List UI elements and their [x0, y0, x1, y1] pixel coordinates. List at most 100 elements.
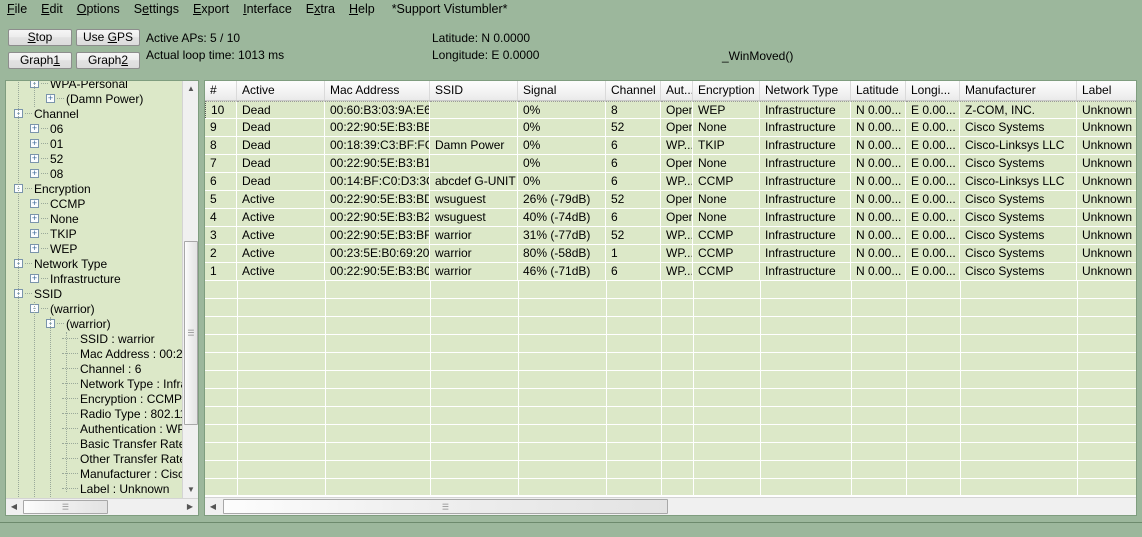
tree-vertical-scroll-thumb[interactable]: ☰ — [184, 241, 198, 425]
stop-button[interactable]: Stop — [8, 29, 72, 46]
tree-leaf[interactable]: Authentication : WPA2 — [6, 422, 184, 437]
tree-node[interactable]: -WPA-Personal — [6, 81, 184, 92]
tree-scroll-right-arrow[interactable]: ▶ — [182, 499, 198, 515]
tree-node[interactable]: +06 — [6, 122, 184, 137]
tree-connector-line — [41, 308, 48, 309]
expand-icon[interactable]: + — [30, 229, 39, 238]
expand-icon[interactable]: + — [30, 124, 39, 133]
tree-scroll-down-arrow[interactable]: ▼ — [183, 482, 199, 498]
tree-node[interactable]: +TKIP — [6, 227, 184, 242]
tree-horizontal-scroll-thumb[interactable]: ☰ — [23, 500, 108, 514]
tree-scroll-up-arrow[interactable]: ▲ — [183, 81, 199, 97]
table-column-header[interactable]: Mac Address — [325, 81, 430, 100]
menu-item-extra[interactable]: Extra — [299, 0, 342, 19]
table-row[interactable]: 9Dead00:22:90:5E:B3:BE0%52OpenNoneInfras… — [205, 119, 1136, 137]
table-empty-cell — [960, 479, 1078, 495]
tree-leaf[interactable]: Network Type : Infrast — [6, 377, 184, 392]
tree-node[interactable]: +None — [6, 212, 184, 227]
table-empty-cell — [205, 407, 238, 424]
table-row[interactable]: 3Active00:22:90:5E:B3:BFwarrior31% (-77d… — [205, 227, 1136, 245]
tree-leaf[interactable]: Label : Unknown — [6, 482, 184, 497]
menu-item-file[interactable]: File — [0, 0, 34, 19]
table-column-header[interactable]: Manufacturer — [960, 81, 1077, 100]
tree-leaf[interactable]: Manufacturer : Cisco S — [6, 467, 184, 482]
table-cell: CCMP — [693, 227, 760, 244]
menu-item-options[interactable]: Options — [70, 0, 127, 19]
tree-node[interactable]: -(warrior) — [6, 302, 184, 317]
table-empty-cell — [693, 443, 761, 460]
tree-node[interactable]: -Channel — [6, 107, 184, 122]
table-column-header[interactable]: Signal — [518, 81, 606, 100]
table-empty-cell — [325, 299, 431, 316]
tree-leaf[interactable]: Mac Address : 00:22:9 — [6, 347, 184, 362]
tree-leaf[interactable]: Encryption : CCMP — [6, 392, 184, 407]
table-column-header[interactable]: SSID — [430, 81, 518, 100]
tree-node[interactable]: +01 — [6, 137, 184, 152]
tree-vertical-scrollbar[interactable]: ▲ ☰ ▼ — [182, 81, 198, 498]
tree-node[interactable]: +Infrastructure — [6, 272, 184, 287]
table-row[interactable]: 10Dead00:60:B3:03:9A:E60%8OpenWEPInfrast… — [205, 101, 1136, 119]
tree-leaf[interactable]: SSID : warrior — [6, 332, 184, 347]
table-empty-cell — [430, 479, 519, 495]
menu-item-interface[interactable]: Interface — [236, 0, 299, 19]
expand-icon[interactable]: + — [30, 244, 39, 253]
menu-item-help[interactable]: Help — [342, 0, 382, 19]
table-row[interactable]: 8Dead00:18:39:C3:BF:FCDamn Power0%6WP...… — [205, 137, 1136, 155]
expand-icon[interactable]: + — [46, 94, 55, 103]
table-empty-cell — [693, 371, 761, 388]
table-empty-cell — [237, 353, 326, 370]
table-scroll-left-arrow[interactable]: ◀ — [205, 498, 221, 515]
tree-scroll-left-arrow[interactable]: ◀ — [6, 499, 22, 515]
table-column-header[interactable]: Channel — [606, 81, 661, 100]
table-column-header[interactable]: Label — [1077, 81, 1137, 100]
table-row[interactable]: 6Dead00:14:BF:C0:D3:3Cabcdef G-UNIT0%6WP… — [205, 173, 1136, 191]
use-gps-button[interactable]: Use GPS — [76, 29, 140, 46]
table-column-header[interactable]: Aut... — [661, 81, 693, 100]
menu-item-export[interactable]: Export — [186, 0, 236, 19]
tree-leaf[interactable]: Radio Type : 802.11n — [6, 407, 184, 422]
tree-node[interactable]: -Network Type — [6, 257, 184, 272]
tree-horizontal-scrollbar[interactable]: ◀ ☰ ▶ — [6, 498, 198, 515]
table-empty-cell — [661, 371, 694, 388]
expand-icon[interactable]: + — [30, 169, 39, 178]
table-column-header[interactable]: Active — [237, 81, 325, 100]
tree-node[interactable]: -Encryption — [6, 182, 184, 197]
table-column-header[interactable]: Latitude — [851, 81, 906, 100]
tree-node[interactable]: +08 — [6, 167, 184, 182]
menu-item-support-vistumbler[interactable]: *Support Vistumbler* — [382, 0, 515, 19]
table-column-header[interactable]: Encryption — [693, 81, 760, 100]
tree-leaf[interactable]: Other Transfer Rates : — [6, 452, 184, 467]
menu-item-settings[interactable]: Settings — [127, 0, 186, 19]
tree-leaf[interactable]: Basic Transfer Rates : — [6, 437, 184, 452]
tree-node[interactable]: -(warrior) — [6, 317, 184, 332]
table-horizontal-scroll-thumb[interactable]: ☰ — [223, 499, 668, 514]
menu-item-edit[interactable]: Edit — [34, 0, 70, 19]
table-column-header[interactable]: Network Type — [760, 81, 851, 100]
table-cell: Infrastructure — [760, 263, 851, 280]
tree-node[interactable]: +CCMP — [6, 197, 184, 212]
table-cell: 00:22:90:5E:B3:BF — [325, 227, 430, 244]
expand-icon[interactable]: + — [30, 274, 39, 283]
tree-node[interactable]: +(Damn Power) — [6, 92, 184, 107]
graph2-button[interactable]: Graph2 — [76, 52, 140, 69]
expand-icon[interactable]: + — [30, 154, 39, 163]
table-row[interactable]: 4Active00:22:90:5E:B3:B2wsuguest40% (-74… — [205, 209, 1136, 227]
table-horizontal-scrollbar[interactable]: ◀ ☰ — [205, 497, 1136, 515]
tree-node[interactable]: +WEP — [6, 242, 184, 257]
table-column-header[interactable]: Longi... — [906, 81, 960, 100]
tree-leaf[interactable]: Channel : 6 — [6, 362, 184, 377]
expand-icon[interactable]: + — [30, 214, 39, 223]
table-empty-cell — [906, 317, 961, 334]
table-row[interactable]: 1Active00:22:90:5E:B3:B0warrior46% (-71d… — [205, 263, 1136, 281]
graph1-button[interactable]: Graph1 — [8, 52, 72, 69]
table-column-header[interactable]: # — [205, 81, 237, 100]
table-row[interactable]: 5Active00:22:90:5E:B3:BDwsuguest26% (-79… — [205, 191, 1136, 209]
table-row[interactable]: 2Active00:23:5E:B0:69:20warrior80% (-58d… — [205, 245, 1136, 263]
tree-node-label: Network Type : Infrast — [80, 377, 184, 391]
tree-node[interactable]: +52 — [6, 152, 184, 167]
expand-icon[interactable]: + — [30, 199, 39, 208]
table-row[interactable]: 7Dead00:22:90:5E:B3:B10%6OpenNoneInfrast… — [205, 155, 1136, 173]
tree-node[interactable]: -SSID — [6, 287, 184, 302]
expand-icon[interactable]: + — [30, 139, 39, 148]
menu-bar: File Edit Options Settings Export Interf… — [0, 0, 1142, 20]
